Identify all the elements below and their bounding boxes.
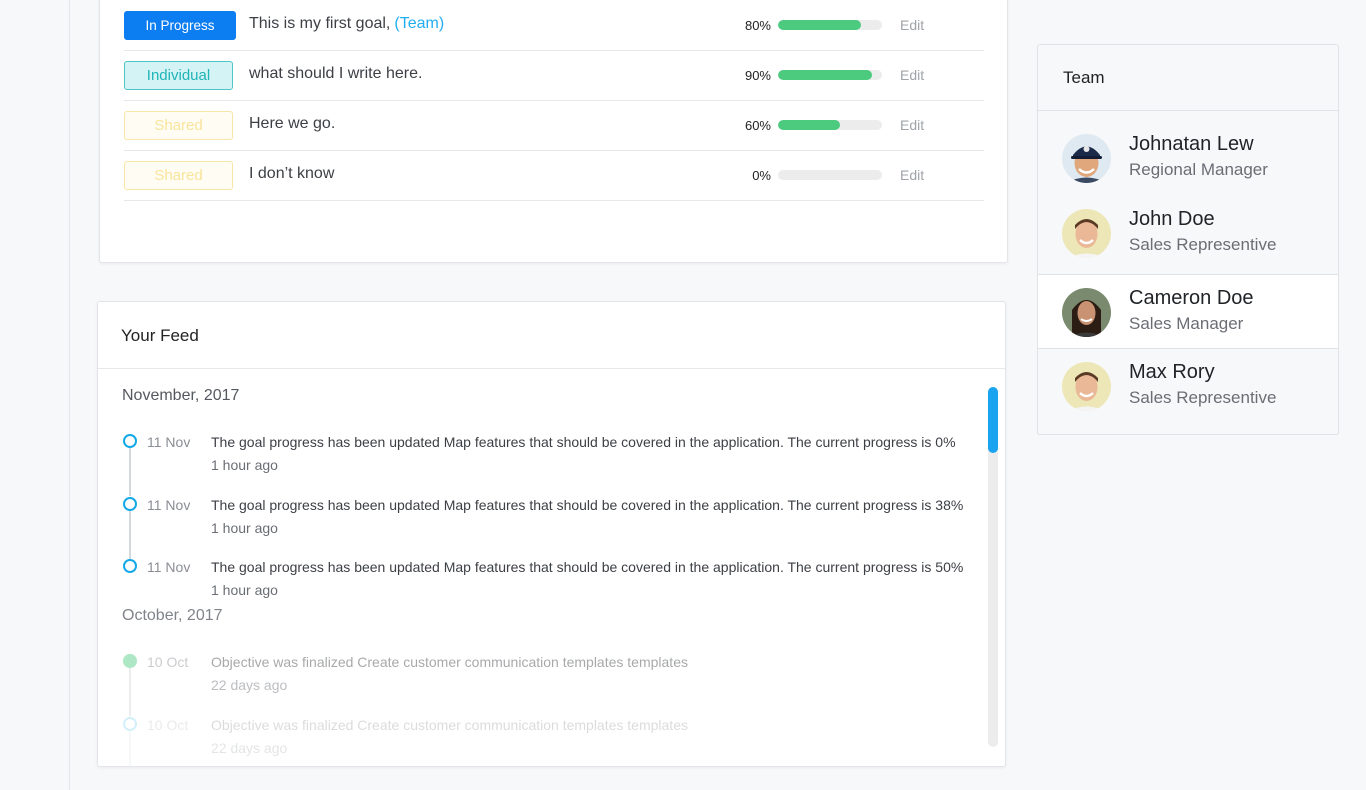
feed-card: Your Feed November, 2017 11 Nov The goal… bbox=[97, 301, 1006, 767]
goal-edit-link[interactable]: Edit bbox=[900, 17, 924, 33]
goal-title[interactable]: I don’t know bbox=[249, 165, 334, 183]
timeline-line bbox=[129, 511, 131, 559]
goal-progress-fill bbox=[778, 120, 841, 130]
feed-text: The goal progress has been updated Map f… bbox=[211, 497, 964, 513]
goal-percent: 90% bbox=[744, 68, 771, 83]
feed-item[interactable]: 10 Oct Objective was finalized Create cu… bbox=[98, 714, 978, 766]
feed-item[interactable]: 11 Nov The goal progress has been update… bbox=[98, 494, 978, 559]
member-name: John Doe bbox=[1129, 208, 1215, 230]
feed-title: Your Feed bbox=[98, 302, 1005, 369]
timeline-dot-icon bbox=[123, 434, 137, 448]
feed-text: Objective was finalized Create customer … bbox=[211, 654, 688, 670]
feed-body: November, 2017 11 Nov The goal progress … bbox=[98, 369, 1005, 766]
feed-text: The goal progress has been updated Map f… bbox=[211, 559, 964, 575]
goal-progress-fill bbox=[778, 70, 872, 80]
member-name: Max Rory bbox=[1129, 361, 1215, 383]
feed-text: Objective was finalized Create customer … bbox=[211, 717, 688, 733]
goal-edit-link[interactable]: Edit bbox=[900, 167, 924, 183]
goal-percent: 0% bbox=[752, 168, 771, 183]
team-member[interactable]: John Doe Sales Representive bbox=[1038, 196, 1338, 271]
member-role: Sales Manager bbox=[1129, 314, 1244, 333]
feed-item[interactable]: 10 Oct Objective was finalized Create cu… bbox=[98, 651, 978, 716]
goal-status-badge[interactable]: Individual bbox=[124, 61, 233, 90]
goal-row[interactable]: Shared I don’t know 0% Edit bbox=[124, 151, 984, 201]
team-card: Team Johnatan Lew Regional Manager John … bbox=[1037, 44, 1339, 435]
goal-edit-link[interactable]: Edit bbox=[900, 117, 924, 133]
goal-edit-link[interactable]: Edit bbox=[900, 67, 924, 83]
goal-row[interactable]: In Progress This is my first goal, (Team)… bbox=[124, 1, 984, 51]
feed-time-ago: 22 days ago bbox=[211, 740, 288, 756]
avatar bbox=[1062, 362, 1111, 411]
avatar bbox=[1062, 288, 1111, 337]
member-role: Sales Representive bbox=[1129, 235, 1277, 254]
goal-title[interactable]: Here we go. bbox=[249, 115, 335, 133]
member-name: Cameron Doe bbox=[1129, 287, 1254, 309]
goal-progress-bar bbox=[778, 170, 882, 180]
goal-status-badge[interactable]: Shared bbox=[124, 111, 233, 140]
timeline-dot-icon bbox=[123, 717, 137, 731]
team-member[interactable]: Johnatan Lew Regional Manager bbox=[1038, 121, 1338, 196]
timeline-line bbox=[129, 448, 131, 496]
feed-date: 11 Nov bbox=[147, 497, 191, 513]
feed-scrollbar[interactable] bbox=[988, 387, 998, 747]
goal-row[interactable]: Shared Here we go. 60% Edit bbox=[124, 101, 984, 151]
goal-progress-bar bbox=[778, 20, 882, 30]
member-role: Regional Manager bbox=[1129, 160, 1268, 179]
avatar bbox=[1062, 209, 1111, 258]
timeline-dot-icon bbox=[123, 654, 137, 668]
team-title: Team bbox=[1038, 45, 1338, 111]
goal-progress-fill bbox=[778, 20, 862, 30]
goal-percent: 80% bbox=[744, 18, 771, 33]
avatar bbox=[1062, 134, 1111, 183]
feed-item[interactable]: 11 Nov The goal progress has been update… bbox=[98, 556, 978, 616]
goal-status-badge[interactable]: Shared bbox=[124, 161, 233, 190]
goal-title[interactable]: This is my first goal, (Team) bbox=[249, 15, 444, 33]
feed-time-ago: 1 hour ago bbox=[211, 520, 278, 536]
feed-date: 11 Nov bbox=[147, 559, 191, 575]
feed-date: 11 Nov bbox=[147, 434, 191, 450]
feed-time-ago: 1 hour ago bbox=[211, 457, 278, 473]
goal-progress-bar bbox=[778, 70, 882, 80]
goal-row[interactable]: Individual what should I write here. 90%… bbox=[124, 51, 984, 101]
goal-title[interactable]: what should I write here. bbox=[249, 65, 422, 83]
team-member-selected[interactable]: Cameron Doe Sales Manager bbox=[1038, 274, 1338, 349]
team-member[interactable]: Max Rory Sales Representive bbox=[1038, 349, 1338, 424]
timeline-dot-icon bbox=[123, 497, 137, 511]
month-label: November, 2017 bbox=[122, 387, 240, 404]
timeline-dot-icon bbox=[123, 559, 137, 573]
left-sidebar bbox=[0, 0, 70, 790]
goal-status-badge[interactable]: In Progress bbox=[124, 11, 236, 40]
feed-scroll-thumb[interactable] bbox=[988, 387, 998, 453]
goals-card: In Progress This is my first goal, (Team)… bbox=[99, 0, 1008, 263]
member-name: Johnatan Lew bbox=[1129, 133, 1254, 155]
feed-time-ago: 22 days ago bbox=[211, 677, 288, 693]
feed-date: 10 Oct bbox=[147, 717, 189, 733]
member-role: Sales Representive bbox=[1129, 388, 1277, 407]
goal-progress-bar bbox=[778, 120, 882, 130]
feed-item[interactable]: 11 Nov The goal progress has been update… bbox=[98, 431, 978, 496]
feed-text: The goal progress has been updated Map f… bbox=[211, 434, 956, 450]
timeline-line bbox=[129, 731, 131, 766]
feed-date: 10 Oct bbox=[147, 654, 189, 670]
goal-percent: 60% bbox=[744, 118, 771, 133]
goal-team-link[interactable]: (Team) bbox=[394, 15, 444, 32]
month-label: October, 2017 bbox=[122, 607, 223, 624]
timeline-line bbox=[129, 668, 131, 716]
feed-time-ago: 1 hour ago bbox=[211, 582, 278, 598]
